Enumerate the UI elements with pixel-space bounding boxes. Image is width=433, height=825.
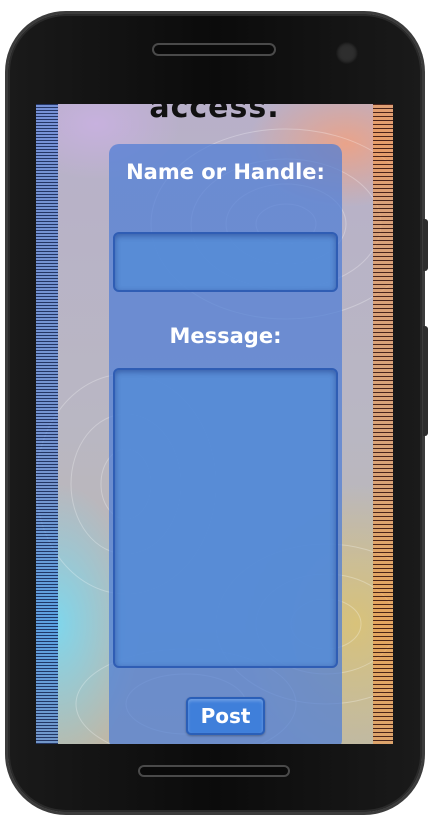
message-textarea[interactable] bbox=[113, 368, 338, 668]
post-button[interactable]: Post bbox=[186, 697, 265, 735]
phone-screen: access. Name or Handle: Message: Post bbox=[36, 104, 393, 744]
earpiece-speaker bbox=[154, 45, 274, 54]
phone-frame: access. Name or Handle: Message: Post bbox=[8, 14, 428, 812]
name-label: Name or Handle: bbox=[126, 160, 325, 184]
right-edge-pattern bbox=[373, 104, 393, 744]
name-input[interactable] bbox=[113, 232, 338, 292]
home-button[interactable] bbox=[140, 767, 288, 775]
front-camera bbox=[336, 42, 358, 64]
left-edge-pattern bbox=[36, 104, 58, 744]
power-button bbox=[423, 326, 428, 436]
message-label: Message: bbox=[169, 324, 282, 348]
volume-button bbox=[423, 219, 428, 271]
post-form-panel: Name or Handle: Message: Post bbox=[109, 144, 342, 744]
partial-heading: access. bbox=[149, 104, 280, 125]
